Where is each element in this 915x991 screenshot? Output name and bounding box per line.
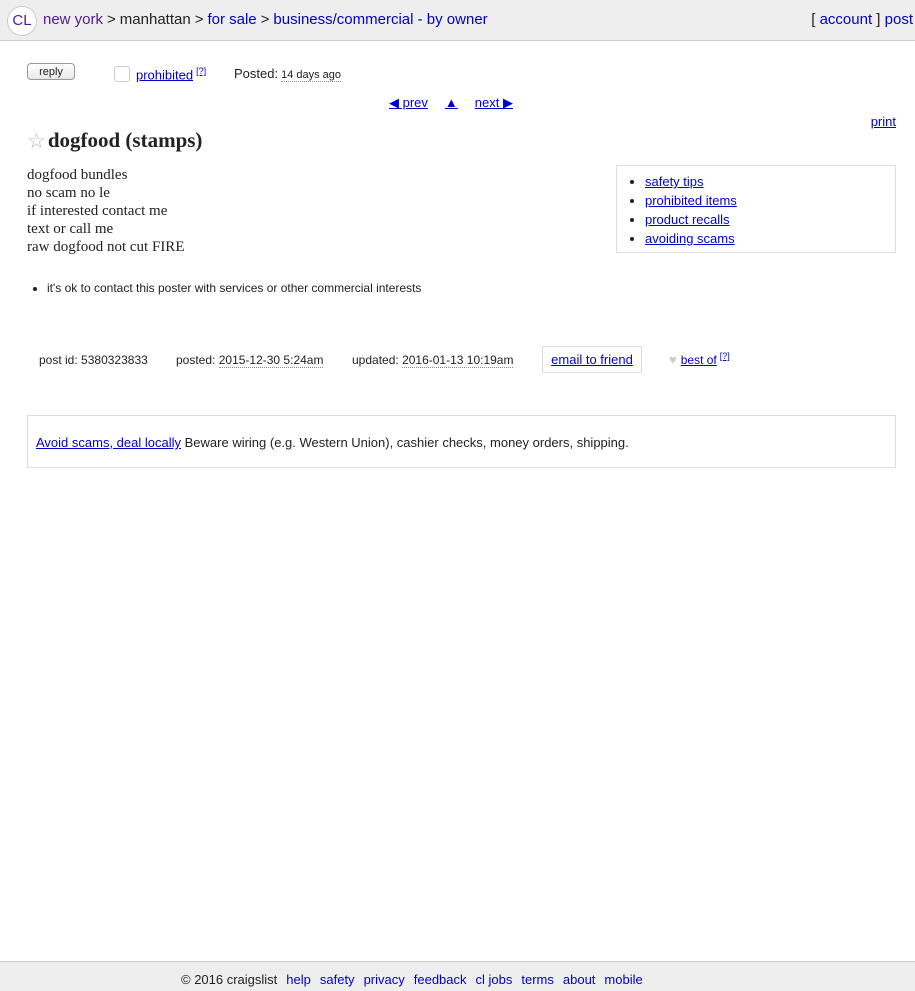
craigslist-logo[interactable]: CL: [7, 6, 37, 36]
commercial-notice: it's ok to contact this poster with serv…: [47, 281, 421, 295]
prohibited-help-link[interactable]: [?]: [196, 66, 206, 76]
breadcrumb-separator: >: [107, 11, 116, 28]
updated-date-label: updated:: [352, 353, 399, 367]
reply-button[interactable]: reply: [27, 63, 75, 80]
prohibited-link[interactable]: prohibited: [136, 67, 193, 82]
next-link[interactable]: next ▶: [475, 95, 513, 110]
avoid-scams-text: Beware wiring (e.g. Western Union), cash…: [184, 435, 629, 450]
post-link[interactable]: post: [885, 11, 913, 28]
footer-mobile-link[interactable]: mobile: [604, 972, 642, 987]
list-item: product recalls: [645, 210, 895, 229]
star-icon[interactable]: ☆: [27, 130, 46, 153]
flag-checkbox[interactable]: [114, 66, 130, 82]
best-of-help-link[interactable]: [?]: [720, 351, 730, 361]
body-line: dogfood bundles: [27, 167, 128, 183]
up-link[interactable]: ▲: [445, 95, 458, 110]
footer-terms-link[interactable]: terms: [521, 972, 554, 987]
avoiding-scams-link[interactable]: avoiding scams: [645, 231, 735, 246]
safety-links-box: safety tips prohibited items product rec…: [616, 165, 896, 253]
user-links: [ account ] post: [811, 11, 913, 28]
print-link[interactable]: print: [871, 114, 896, 129]
footer-cl-jobs-link[interactable]: cl jobs: [476, 972, 513, 987]
list-item: avoiding scams: [645, 229, 895, 248]
heart-icon[interactable]: ♥: [669, 352, 677, 367]
safety-tips-link[interactable]: safety tips: [645, 174, 704, 189]
breadcrumb-new-york[interactable]: new york: [43, 11, 103, 28]
breadcrumb: new york > manhattan > for sale > business/com…: [43, 11, 488, 28]
best-of: ♥ best of [?]: [669, 351, 730, 367]
top-bar: CL new york > manhattan > for sale > business/…: [0, 0, 915, 41]
breadcrumb-manhattan: manhattan: [119, 11, 191, 28]
post-id-label: post id:: [39, 353, 78, 367]
posted-ago: Posted: 14 days ago: [234, 66, 342, 82]
posting-title-text: dogfood (stamps): [47, 128, 203, 152]
posted-date-value: 2015-12-30 5:24am: [218, 353, 324, 368]
body-line: text or call me: [27, 221, 114, 237]
product-recalls-link[interactable]: product recalls: [645, 212, 730, 227]
post-id-value: 5380323833: [81, 353, 148, 367]
post-id: post id: 5380323833: [39, 353, 148, 367]
avoid-scams-box: Avoid scams, deal locally Beware wiring …: [27, 415, 896, 468]
breadcrumb-separator: >: [194, 11, 204, 28]
body-line: no scam no le: [27, 185, 110, 201]
posted-ago-value: 14 days ago: [281, 69, 342, 82]
post-info-bar: post id: 5380323833 posted: 2015-12-30 5…: [27, 346, 897, 374]
breadcrumb-business-commercial[interactable]: business/commercial - by owner: [273, 11, 487, 28]
list-item: prohibited items: [645, 191, 895, 210]
updated-date-value: 2016-01-13 10:19am: [402, 353, 514, 368]
email-to-friend-button[interactable]: email to friend: [542, 346, 642, 373]
body-line: raw dogfood not cut FIRE: [27, 239, 185, 255]
footer-links: © 2016 craigslist help safety privacy feedba…: [181, 972, 643, 987]
list-item: safety tips: [645, 172, 895, 191]
notices-list: it's ok to contact this poster with serv…: [27, 281, 421, 295]
prohibited-flag: prohibited [?]: [136, 66, 206, 82]
best-of-link[interactable]: best of: [681, 353, 717, 367]
safety-links-list: safety tips prohibited items product rec…: [617, 172, 895, 248]
footer-safety-link[interactable]: safety: [320, 972, 355, 987]
breadcrumb-separator: >: [260, 11, 270, 28]
breadcrumb-for-sale[interactable]: for sale: [207, 11, 256, 28]
footer: © 2016 craigslist help safety privacy feedba…: [0, 961, 915, 991]
prohibited-items-link[interactable]: prohibited items: [645, 193, 737, 208]
copyright: © 2016 craigslist: [181, 972, 278, 987]
updated-date: updated: 2016-01-13 10:19am: [352, 353, 514, 368]
avoid-scams-link[interactable]: Avoid scams, deal locally: [36, 435, 181, 450]
account-link[interactable]: account: [820, 11, 873, 28]
footer-feedback-link[interactable]: feedback: [414, 972, 467, 987]
footer-about-link[interactable]: about: [563, 972, 596, 987]
footer-help-link[interactable]: help: [286, 972, 311, 987]
posted-date-label: posted:: [176, 353, 216, 367]
body-line: if interested contact me: [27, 203, 168, 219]
posted-label: Posted:: [234, 66, 279, 81]
posting-body: dogfood bundles no scam no le if interes…: [27, 166, 184, 256]
prev-link[interactable]: ◀ prev: [389, 95, 428, 110]
posting-title: ☆dogfood (stamps): [27, 128, 202, 154]
posted-date: posted: 2015-12-30 5:24am: [176, 353, 324, 368]
footer-privacy-link[interactable]: privacy: [364, 972, 405, 987]
prev-next-nav: ◀ prev ▲ next ▶: [389, 95, 530, 111]
